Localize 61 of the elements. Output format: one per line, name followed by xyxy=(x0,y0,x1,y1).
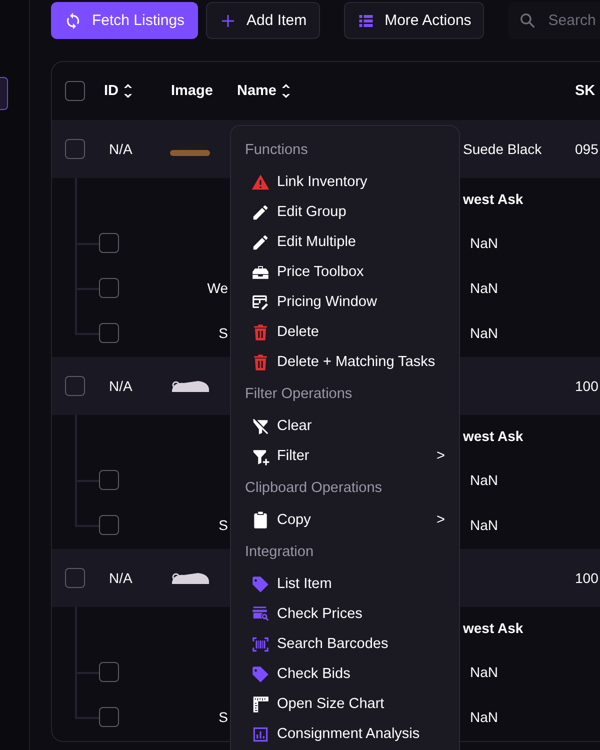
column-header[interactable]: Name xyxy=(237,83,276,99)
checkbox[interactable] xyxy=(99,514,119,534)
table-cell: S xyxy=(218,708,228,724)
checkbox[interactable] xyxy=(65,139,85,159)
table-cell-text: Suede Black xyxy=(463,141,543,157)
checkbox[interactable] xyxy=(99,706,119,726)
menu-item[interactable]: Delete xyxy=(231,317,459,347)
menu-item[interactable]: Link Inventory xyxy=(231,167,459,197)
menu-item[interactable]: Delete + Matching Tasks xyxy=(231,347,459,377)
table-cell-text: NaN xyxy=(470,234,500,250)
menu-item[interactable]: Pricing Window xyxy=(231,287,459,317)
checkbox[interactable] xyxy=(99,662,119,682)
search-field[interactable]: Search xyxy=(508,2,600,39)
toolbar-button[interactable]: More Actions xyxy=(344,2,484,39)
checkbox[interactable] xyxy=(99,322,119,342)
checkbox[interactable] xyxy=(99,278,119,298)
checkbox[interactable] xyxy=(65,376,85,396)
menu-item[interactable]: Consignment Analysis xyxy=(231,719,459,749)
menu-item[interactable]: Edit Group xyxy=(231,197,459,227)
menu-heading: Filter Operations xyxy=(245,386,352,402)
table-cell-text: NaN xyxy=(470,324,500,340)
table-cell-text: N/A xyxy=(109,141,134,157)
menu-item[interactable]: Copy > xyxy=(231,505,459,535)
table-cell-text: NaN xyxy=(470,516,500,532)
menu-heading: Functions xyxy=(245,142,308,158)
table-cell-text: NaN xyxy=(470,280,500,296)
refresh-icon xyxy=(64,12,82,30)
menu-item[interactable]: Price Toolbox xyxy=(231,257,459,287)
column-header: west Ask xyxy=(463,191,524,207)
menu-item[interactable]: Filter > xyxy=(231,441,459,471)
menu-item[interactable]: Search Barcodes xyxy=(231,629,459,659)
table-cell-text: NaN xyxy=(470,664,500,680)
table-cell-text: 100 xyxy=(575,570,600,586)
column-header: west Ask xyxy=(463,620,524,636)
menu-item[interactable]: Check Prices xyxy=(231,599,459,629)
column-header: west Ask xyxy=(463,428,524,444)
menu-item[interactable]: Edit Multiple xyxy=(231,227,459,257)
table-cell-text: NaN xyxy=(470,708,500,724)
menu-heading: Integration xyxy=(245,544,314,560)
primary-button[interactable]: Fetch Listings xyxy=(51,2,198,39)
table-cell-text: NaN xyxy=(470,472,500,488)
table-cell-text: N/A xyxy=(109,570,134,586)
checkbox[interactable] xyxy=(99,232,119,252)
menu-item[interactable]: Clear xyxy=(231,411,459,441)
checkbox[interactable] xyxy=(99,470,119,490)
table-cell-text: N/A xyxy=(109,378,134,394)
checkbox[interactable] xyxy=(65,568,85,588)
table-cell: S xyxy=(218,516,228,532)
table-cell: We xyxy=(207,280,228,296)
menu-item[interactable]: Check Bids xyxy=(231,659,459,689)
checkbox[interactable] xyxy=(65,81,85,101)
table-cell-text: 100 xyxy=(575,378,600,394)
menu-item[interactable]: List Item xyxy=(231,569,459,599)
table-cell-text: 095 xyxy=(575,141,600,157)
table-cell: S xyxy=(218,324,228,340)
column-header: SK xyxy=(575,83,596,99)
column-header[interactable]: ID xyxy=(104,83,118,99)
toolbar-button[interactable]: Add Item xyxy=(206,2,320,39)
menu-heading: Clipboard Operations xyxy=(245,480,382,496)
menu-item[interactable]: Open Size Chart xyxy=(231,689,459,719)
column-header: Image xyxy=(171,83,213,99)
